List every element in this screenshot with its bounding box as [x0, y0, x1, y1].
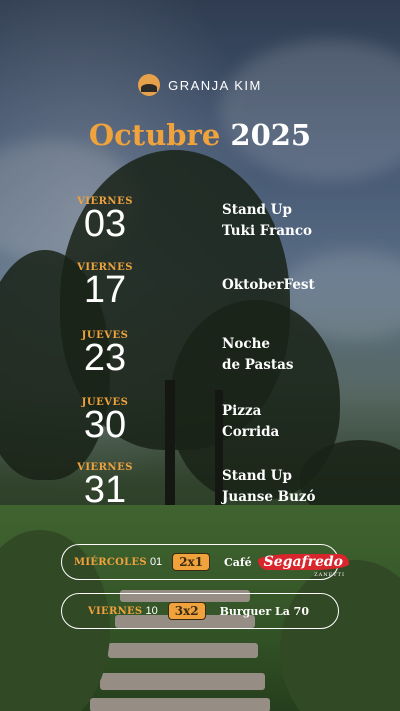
event-title-line: Stand Up	[222, 468, 292, 484]
page-title: Octubre 2025	[0, 118, 400, 152]
event-item: JUEVES 23 Noche de Pastas	[70, 330, 380, 386]
event-title-line: Stand Up	[222, 202, 292, 218]
event-day-number: 30	[83, 404, 127, 446]
segafredo-logo: Segafredo ZANETTI	[257, 554, 349, 578]
event-title-line: Noche	[222, 336, 270, 352]
event-item: VIERNES 03 Stand Up Tuki Franco	[70, 196, 380, 252]
event-title-line: Corrida	[222, 424, 280, 440]
event-title-line: de Pastas	[222, 357, 294, 373]
brand-name: GRANJA KIM	[168, 77, 262, 93]
event-title: Pizza Corrida	[222, 401, 279, 443]
promo-day-name: MIÉRCOLES	[74, 556, 147, 568]
promo-day-name: VIERNES	[88, 605, 143, 617]
event-title-line: OktoberFest	[222, 277, 315, 293]
promo-deal-badge: 3x2	[167, 602, 206, 620]
title-month: Octubre	[88, 118, 221, 152]
event-day-number: 31	[83, 469, 127, 511]
segafredo-logo-sub: ZANETTI	[314, 572, 345, 578]
event-item: VIERNES 31 Stand Up Juanse Buzó	[70, 462, 380, 518]
title-year: 2025	[230, 118, 312, 152]
promo-day-number: 01	[149, 556, 163, 568]
promo-day-number: 10	[145, 605, 158, 617]
event-day-number: 17	[83, 269, 127, 311]
promo-pill: VIERNES 10 3x2 Burguer La 70	[61, 593, 339, 629]
sun-logo-icon	[138, 74, 161, 96]
segafredo-logo-text: Segafredo	[263, 554, 343, 570]
brand-logo: GRANJA KIM	[0, 74, 400, 96]
event-title-line: Juanse Buzó	[222, 489, 316, 505]
event-day-number: 23	[83, 337, 127, 379]
event-item: VIERNES 17 OktoberFest	[70, 262, 380, 318]
event-day-number: 03	[83, 203, 127, 245]
event-title: OktoberFest	[222, 275, 315, 296]
promo-item: Burguer La 70	[219, 604, 309, 618]
event-title: Noche de Pastas	[222, 334, 293, 376]
promo-pill: MIÉRCOLES 01 2x1 Café Segafredo ZANETTI	[61, 544, 349, 580]
event-item: JUEVES 30 Pizza Corrida	[70, 397, 380, 453]
event-title: Stand Up Juanse Buzó	[222, 466, 316, 508]
event-title-line: Pizza	[222, 403, 262, 419]
event-title-line: Tuki Franco	[222, 223, 313, 239]
event-title: Stand Up Tuki Franco	[222, 200, 312, 242]
promo-deal-badge: 2x1	[172, 553, 211, 571]
promo-item: Café	[224, 555, 252, 569]
